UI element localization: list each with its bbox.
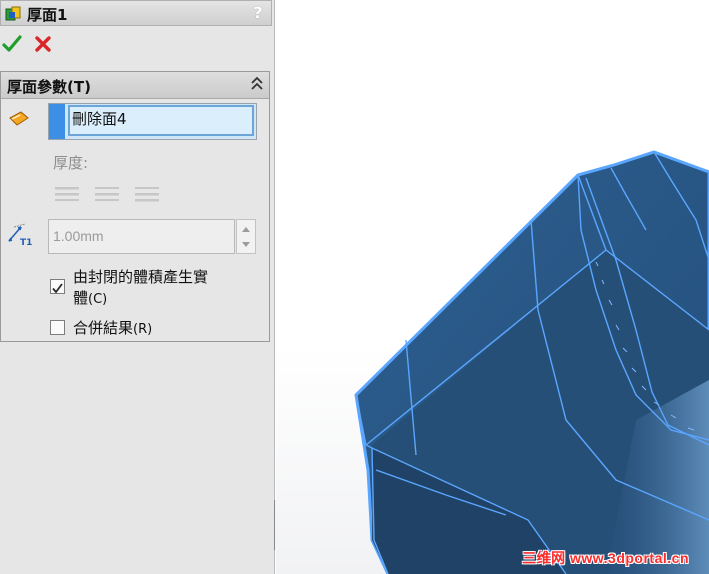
merge-result-text: 合併結果 <box>73 319 134 337</box>
feature-title: 厚面1 <box>27 6 68 24</box>
thicken-both-sides-icon[interactable] <box>94 185 120 203</box>
merge-result-hotkey: (R) <box>133 322 153 337</box>
help-icon[interactable]: ? <box>249 3 267 23</box>
cancel-x-icon[interactable] <box>34 35 52 53</box>
group-title: 厚面參數(T) <box>7 78 91 96</box>
merge-result-checkbox[interactable] <box>50 320 65 335</box>
face-list-item[interactable]: 刪除面4 <box>72 108 127 129</box>
ok-checkmark-icon[interactable] <box>2 34 22 54</box>
selection-color-marker <box>49 104 65 139</box>
close-volume-label[interactable]: 由封閉的體積產生實 體(C) <box>73 267 263 310</box>
close-volume-checkbox[interactable] <box>50 279 65 294</box>
close-volume-hotkey: (C) <box>88 292 108 307</box>
thickness-spinner[interactable] <box>236 219 256 254</box>
thicken-side2-icon[interactable] <box>134 185 160 203</box>
double-chevron-up-icon[interactable] <box>250 75 264 93</box>
group-header[interactable]: 厚面參數(T) <box>1 72 269 99</box>
graphics-viewport[interactable]: 三维网 www.3dportal.cn <box>276 0 709 574</box>
checkmark-icon <box>52 283 63 294</box>
thickness-label: 厚度: <box>53 154 89 172</box>
thicken-feature-icon <box>5 6 21 21</box>
thicken-parameters-group: 厚面參數(T) 刪除面4 厚度: T1 1.00mm 由封閉的體積產生實 體(C… <box>0 71 270 342</box>
face-selection-icon <box>9 111 29 126</box>
property-manager-panel: 厚面1 ? 厚面參數(T) 刪除面4 厚度: T1 1.00mm 由封閉的體積產… <box>0 0 275 574</box>
watermark-text: 三维网 www.3dportal.cn <box>522 550 689 566</box>
spin-down-icon[interactable] <box>242 242 250 247</box>
close-volume-text-line2: 體 <box>73 289 89 307</box>
thickness-input[interactable]: 1.00mm <box>48 219 235 254</box>
feature-title-bar: 厚面1 ? <box>0 0 272 26</box>
thicken-side1-icon[interactable] <box>54 185 80 203</box>
merge-result-label[interactable]: 合併結果(R) <box>73 318 152 340</box>
svg-text:T1: T1 <box>20 238 32 247</box>
close-volume-text-line1: 由封閉的體積產生實 <box>73 268 209 286</box>
thickness-dimension-icon: T1 <box>8 223 32 247</box>
thickened-body-model[interactable] <box>276 0 709 574</box>
spin-up-icon[interactable] <box>242 227 250 232</box>
